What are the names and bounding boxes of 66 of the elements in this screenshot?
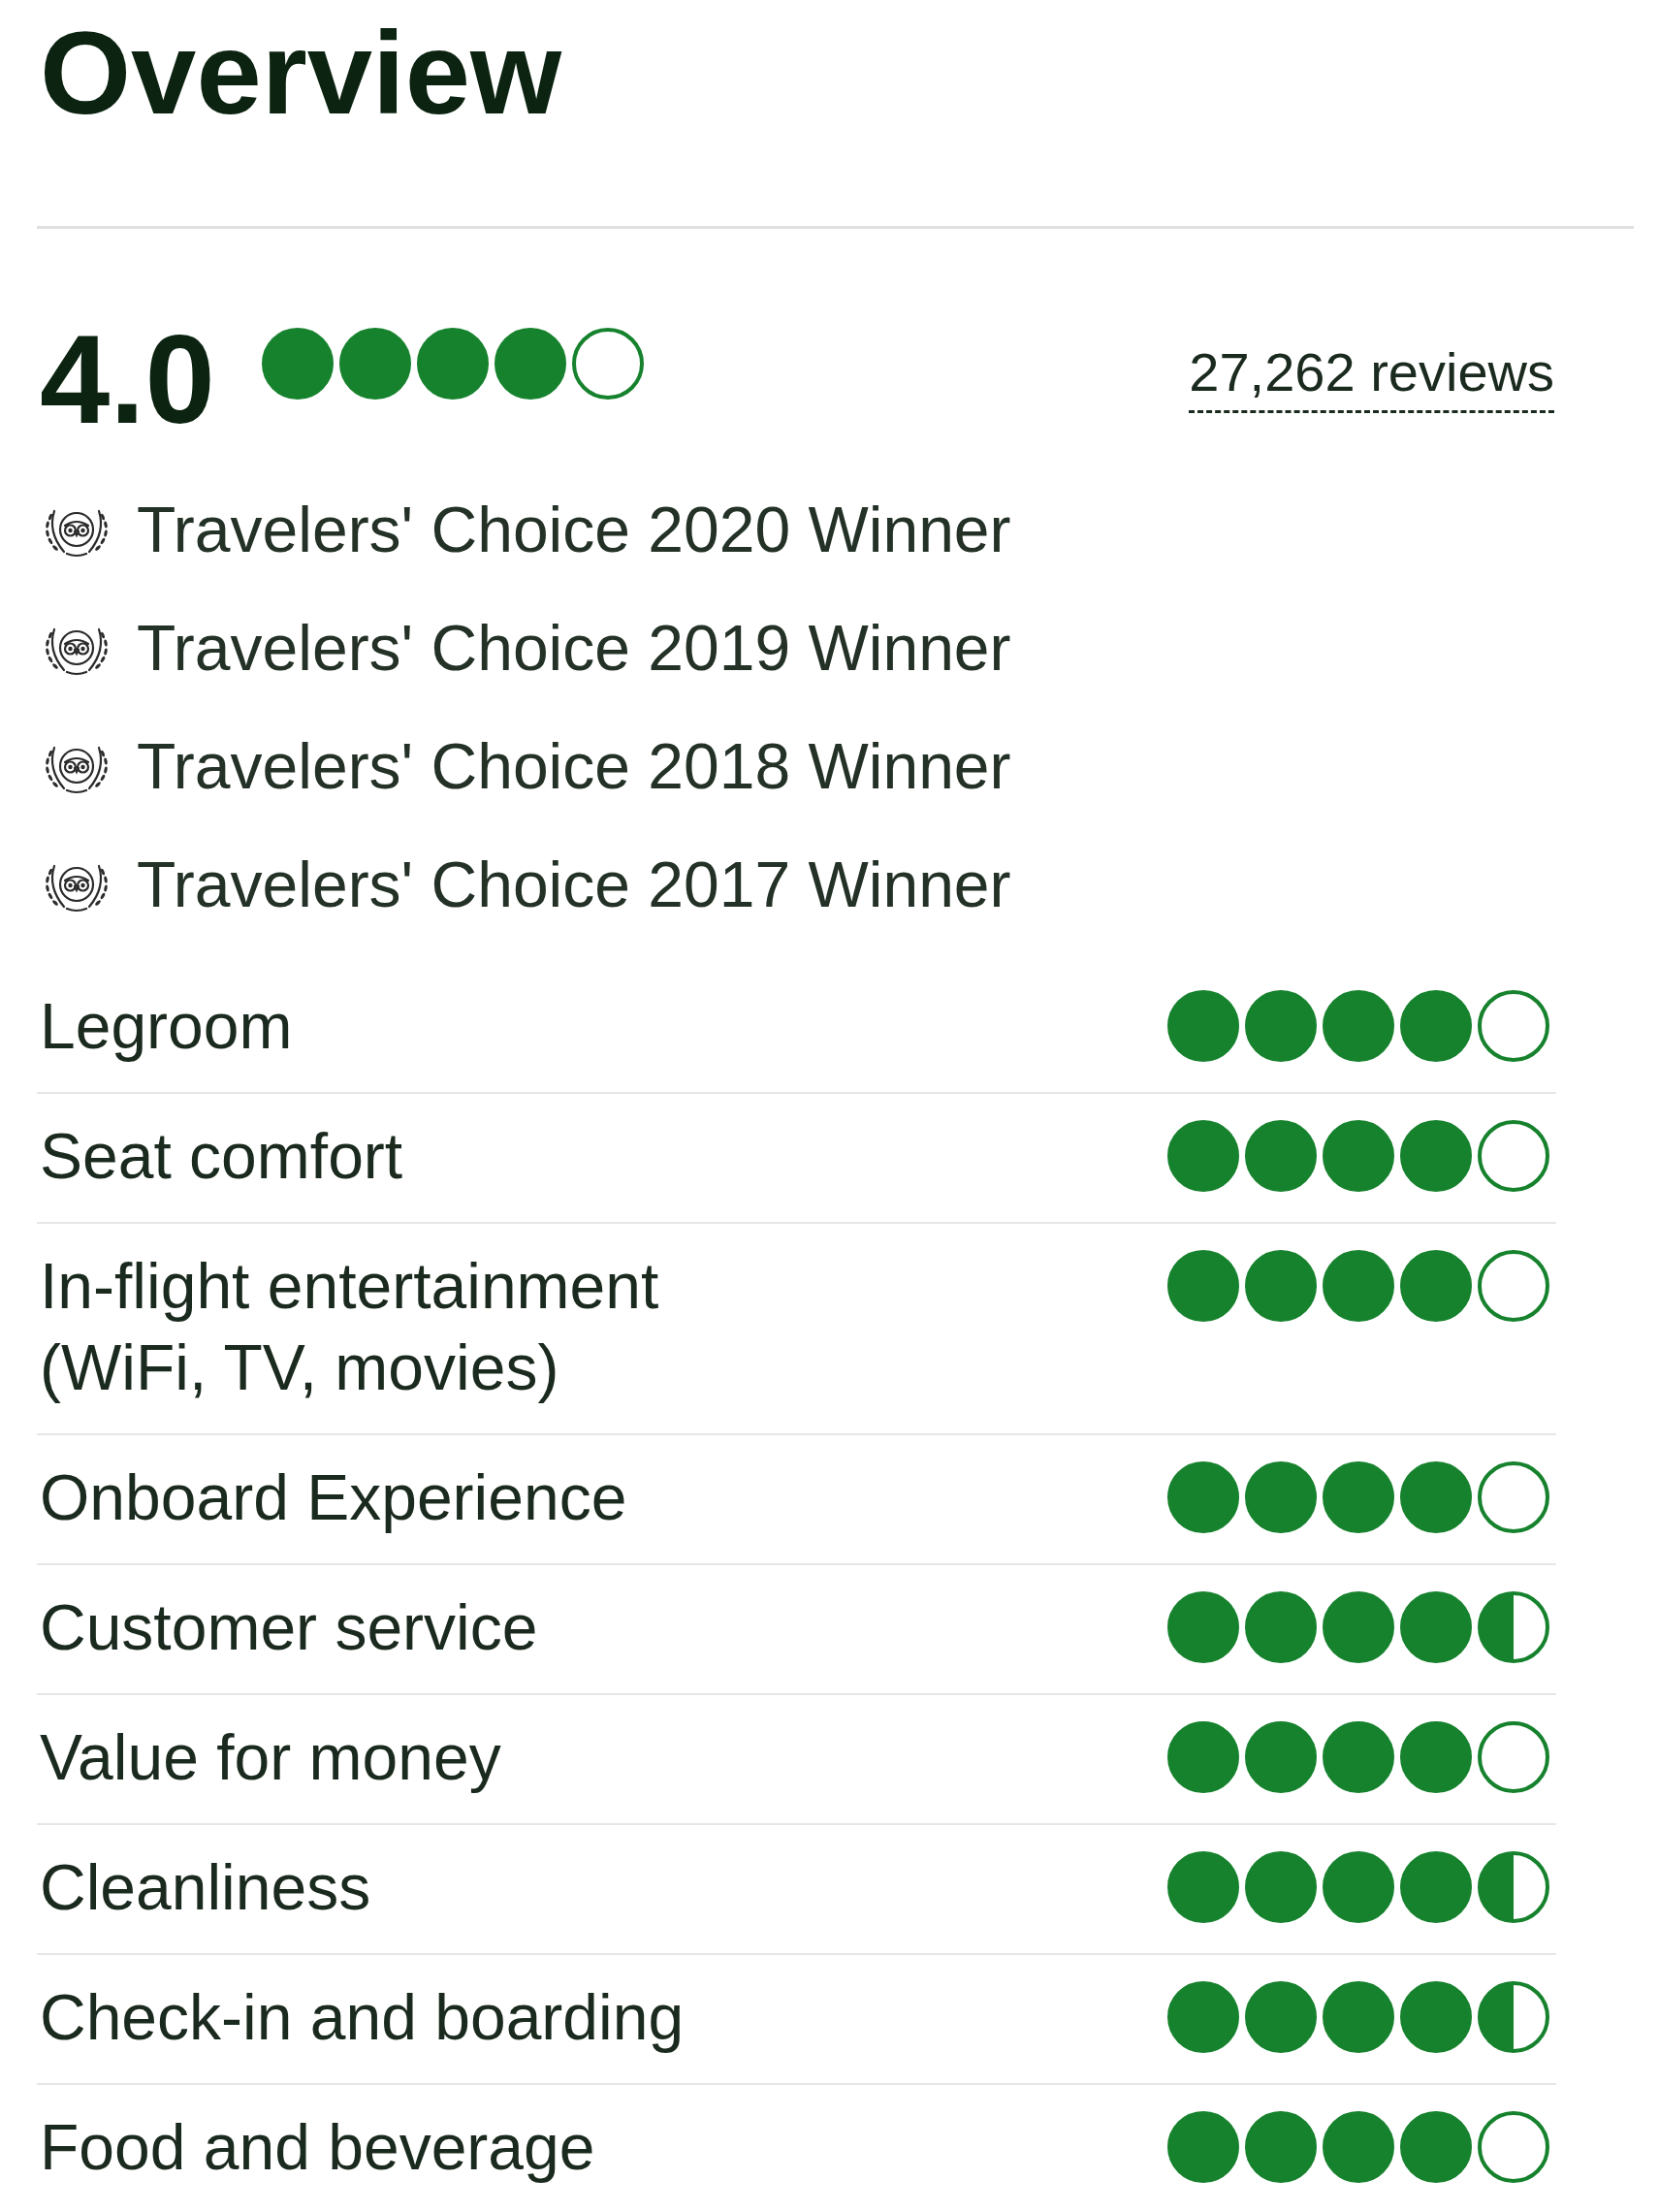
filled-bubble-icon bbox=[1323, 1120, 1394, 1192]
filled-bubble-icon bbox=[1323, 1250, 1394, 1322]
empty-bubble-icon bbox=[1478, 2111, 1549, 2183]
filled-bubble-icon bbox=[1400, 1721, 1472, 1793]
award-label: Travelers' Choice 2017 Winner bbox=[137, 848, 1011, 923]
rating-category-label: Legroom bbox=[40, 989, 293, 1064]
filled-bubble-icon bbox=[416, 328, 489, 400]
half-filled-bubble-icon bbox=[1478, 1591, 1549, 1663]
rating-category-label: Seat comfort bbox=[40, 1119, 403, 1194]
filled-bubble-icon bbox=[1323, 990, 1394, 1062]
rating-category-label: Onboard Experience bbox=[40, 1460, 627, 1535]
filled-bubble-icon bbox=[1400, 990, 1472, 1062]
filled-bubble-icon bbox=[494, 328, 566, 400]
half-filled-bubble-icon bbox=[1478, 1981, 1549, 2053]
filled-bubble-icon bbox=[1245, 990, 1317, 1062]
empty-bubble-icon bbox=[1478, 1461, 1549, 1533]
rating-category-label: Cleanliness bbox=[40, 1850, 371, 1925]
filled-bubble-icon bbox=[1323, 1851, 1394, 1923]
section-title: Overview bbox=[40, 15, 562, 132]
filled-bubble-icon bbox=[1323, 1461, 1394, 1533]
empty-bubble-icon bbox=[1478, 1120, 1549, 1192]
half-filled-bubble-icon bbox=[1478, 1851, 1549, 1923]
rating-category-label: In-flight entertainment (WiFi, TV, movies) bbox=[40, 1249, 660, 1405]
filled-bubble-icon bbox=[1167, 1120, 1239, 1192]
award-label: Travelers' Choice 2019 Winner bbox=[137, 611, 1011, 687]
rating-category-label: Check-in and boarding bbox=[40, 1980, 685, 2055]
filled-bubble-icon bbox=[1400, 1591, 1472, 1663]
filled-bubble-icon bbox=[338, 328, 411, 400]
empty-bubble-icon bbox=[1478, 990, 1549, 1062]
award-label: Travelers' Choice 2018 Winner bbox=[137, 729, 1011, 805]
filled-bubble-icon bbox=[1167, 1851, 1239, 1923]
rating-score: 4.0 bbox=[40, 316, 215, 442]
filled-bubble-icon bbox=[1167, 1981, 1239, 2053]
filled-bubble-icon bbox=[1400, 1981, 1472, 2053]
filled-bubble-icon bbox=[1245, 1981, 1317, 2053]
filled-bubble-icon bbox=[1245, 1461, 1317, 1533]
empty-bubble-icon bbox=[1478, 1721, 1549, 1793]
filled-bubble-icon bbox=[1167, 1721, 1239, 1793]
rating-category-label: Food and beverage bbox=[40, 2110, 595, 2185]
filled-bubble-icon bbox=[1400, 1120, 1472, 1192]
filled-bubble-icon bbox=[1400, 2111, 1472, 2183]
filled-bubble-icon bbox=[1323, 1721, 1394, 1793]
filled-bubble-icon bbox=[1245, 1250, 1317, 1322]
filled-bubble-icon bbox=[1323, 2111, 1394, 2183]
award-label: Travelers' Choice 2020 Winner bbox=[137, 493, 1011, 568]
filled-bubble-icon bbox=[261, 328, 334, 400]
rating-category-label: Customer service bbox=[40, 1590, 538, 1665]
filled-bubble-icon bbox=[1245, 1721, 1317, 1793]
filled-bubble-icon bbox=[1167, 1591, 1239, 1663]
filled-bubble-icon bbox=[1400, 1461, 1472, 1533]
filled-bubble-icon bbox=[1245, 2111, 1317, 2183]
filled-bubble-icon bbox=[1245, 1851, 1317, 1923]
empty-bubble-icon bbox=[571, 328, 644, 400]
filled-bubble-icon bbox=[1167, 1461, 1239, 1533]
filled-bubble-icon bbox=[1400, 1851, 1472, 1923]
filled-bubble-icon bbox=[1167, 2111, 1239, 2183]
filled-bubble-icon bbox=[1323, 1591, 1394, 1663]
rating-category-label: Value for money bbox=[40, 1720, 501, 1795]
empty-bubble-icon bbox=[1478, 1250, 1549, 1322]
reviews-link[interactable]: 27,262 reviews bbox=[1189, 339, 1554, 414]
filled-bubble-icon bbox=[1245, 1120, 1317, 1192]
filled-bubble-icon bbox=[1400, 1250, 1472, 1322]
filled-bubble-icon bbox=[1323, 1981, 1394, 2053]
filled-bubble-icon bbox=[1245, 1591, 1317, 1663]
filled-bubble-icon bbox=[1167, 990, 1239, 1062]
filled-bubble-icon bbox=[1167, 1250, 1239, 1322]
